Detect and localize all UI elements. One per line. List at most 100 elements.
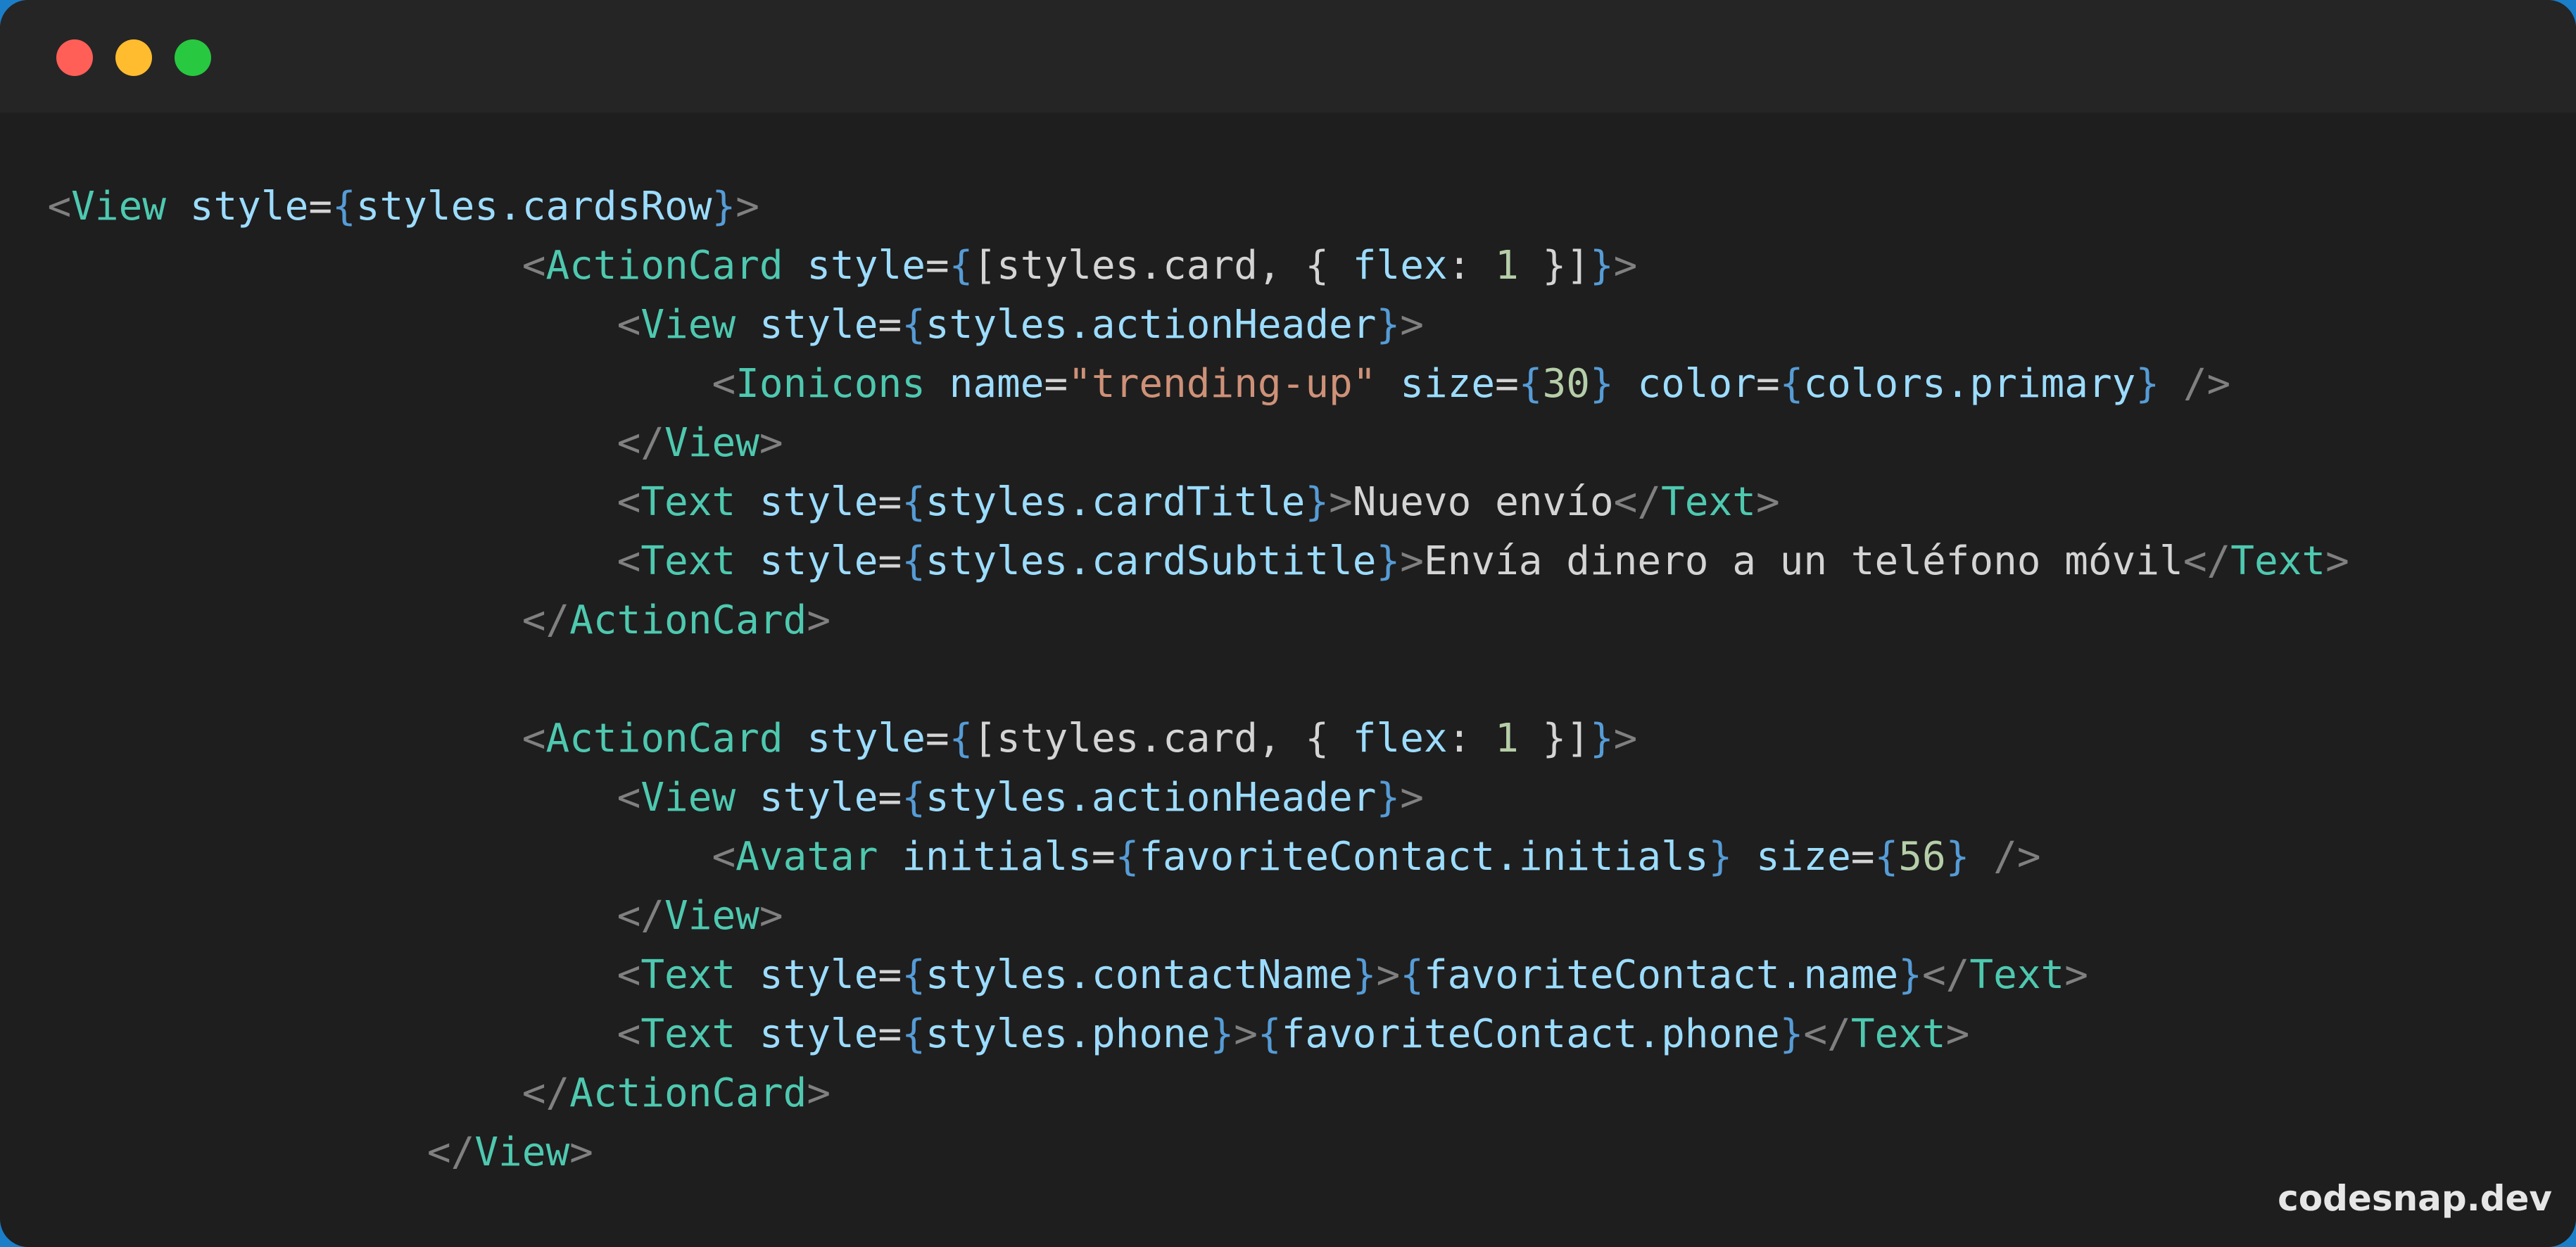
code-token: } [1376, 538, 1401, 584]
code-token: } [1210, 1011, 1235, 1057]
code-token: [styles.card, { [973, 716, 1353, 761]
code-token: styles.contactName [925, 952, 1353, 998]
code-token: </ [617, 893, 665, 939]
code-token: Text [640, 952, 736, 998]
code-token: { [902, 538, 926, 584]
code-token: 56 [1898, 834, 1946, 880]
minimize-window-button[interactable] [115, 39, 152, 76]
code-token: } [1708, 834, 1733, 880]
code-token: favoriteContact.name [1423, 952, 1899, 998]
code-token: style [807, 243, 926, 289]
code-token: < [712, 361, 736, 407]
code-token: [styles.card, { [973, 243, 1353, 289]
code-token: = [878, 302, 902, 348]
code-token: colors.primary [1803, 361, 2136, 407]
code-token: { [1874, 834, 1899, 880]
code-line: <Text style={styles.cardTitle}>Nuevo env… [0, 473, 2349, 532]
code-token: { [1518, 361, 1543, 407]
code-token: > [569, 1129, 593, 1175]
maximize-window-button[interactable] [175, 39, 211, 76]
code-token: = [878, 538, 902, 584]
code-token: > [759, 893, 783, 939]
code-token: > [1945, 1011, 1970, 1057]
code-token: size [1755, 834, 1851, 880]
code-token: View [664, 420, 759, 466]
code-line: </ActionCard> [0, 1064, 2349, 1123]
code-token: </ [2183, 538, 2231, 584]
code-token: < [617, 302, 641, 348]
close-window-button[interactable] [56, 39, 93, 76]
code-token: { [1257, 1011, 1282, 1057]
code-token: Text [640, 479, 736, 525]
code-token: < [617, 952, 641, 998]
code-token: </ [1803, 1011, 1851, 1057]
code-line [0, 650, 2349, 709]
code-token: > [759, 420, 783, 466]
code-token: { [1115, 834, 1139, 880]
code-token: < [617, 479, 641, 525]
code-token: styles.actionHeader [925, 775, 1377, 821]
code-token: styles.cardTitle [925, 479, 1306, 525]
code-token: size [1400, 361, 1496, 407]
code-token: > [1400, 302, 1424, 348]
code-token: : [1447, 243, 1496, 289]
code-token: } [1589, 716, 1614, 761]
code-token: = [878, 952, 902, 998]
code-token: < [712, 834, 736, 880]
code-line: </View> [0, 414, 2349, 473]
code-token: Text [2230, 538, 2326, 584]
code-token: flex [1352, 716, 1448, 761]
code-token: </ [522, 1070, 570, 1116]
code-token: { [1779, 361, 1804, 407]
code-token: < [522, 243, 546, 289]
code-token: styles.phone [925, 1011, 1211, 1057]
code-token: } [1376, 775, 1401, 821]
code-token: { [332, 184, 356, 229]
code-line: <Text style={styles.cardSubtitle}>Envía … [0, 532, 2349, 591]
code-token: style [759, 1011, 878, 1057]
code-token: favoriteContact.phone [1281, 1011, 1780, 1057]
code-token: "trending-up" [1068, 361, 1377, 407]
code-token: < [617, 775, 641, 821]
code-token: name [949, 361, 1044, 407]
code-token: Text [1661, 479, 1756, 525]
code-token: = [1044, 361, 1068, 407]
code-token: } [1945, 834, 1970, 880]
code-token: > [1613, 716, 1638, 761]
code-token: View [640, 775, 736, 821]
code-token: = [1755, 361, 1780, 407]
code-token: color [1637, 361, 1756, 407]
code-token: style [759, 302, 878, 348]
code-token: style [189, 184, 309, 229]
code-token: style [759, 538, 878, 584]
code-token: styles.cardsRow [355, 184, 712, 229]
code-token: /> [1969, 834, 2041, 880]
code-token: } [1305, 479, 1330, 525]
code-token: ActionCard [545, 716, 783, 761]
code-token: { [902, 1011, 926, 1057]
code-token: = [1495, 361, 1519, 407]
code-line: <ActionCard style={[styles.card, { flex:… [0, 236, 2349, 296]
code-line: <Ionicons name="trending-up" size={30} c… [0, 355, 2349, 414]
code-token: Ionicons [735, 361, 926, 407]
code-token: View [71, 184, 167, 229]
code-token: > [1234, 1011, 1258, 1057]
code-token: > [735, 184, 759, 229]
code-token: = [308, 184, 333, 229]
code-token: > [1400, 775, 1424, 821]
code-token: }] [1518, 243, 1590, 289]
code-token: } [1376, 302, 1401, 348]
code-token: style [759, 952, 878, 998]
code-token: Nuevo envío [1352, 479, 1614, 525]
